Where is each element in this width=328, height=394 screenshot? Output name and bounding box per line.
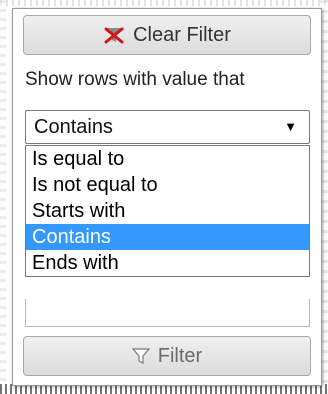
clear-filter-button[interactable]: Clear Filter <box>23 15 311 55</box>
operator-option-ends-with[interactable]: Ends with <box>26 250 309 276</box>
filter-button-label: Filter <box>157 344 203 367</box>
operator-select[interactable]: Contains ▼ <box>25 110 310 144</box>
operator-option-starts-with[interactable]: Starts with <box>26 198 309 224</box>
operator-selected-value: Contains <box>34 115 113 138</box>
operator-option-is-equal-to[interactable]: Is equal to <box>26 146 309 172</box>
filter-button[interactable]: Filter <box>23 336 311 376</box>
operator-dropdown-list: Is equal to Is not equal to Starts with … <box>25 145 310 277</box>
dropdown-arrow-icon[interactable]: ▼ <box>284 119 297 134</box>
instruction-label: Show rows with value that <box>25 69 245 90</box>
background-grid-top <box>0 0 328 6</box>
filter-popup: Clear Filter Show rows with value that C… <box>12 8 322 386</box>
operator-option-contains[interactable]: Contains <box>26 224 309 250</box>
funnel-icon <box>131 348 150 364</box>
filter-value-input[interactable] <box>25 299 310 327</box>
operator-option-is-not-equal-to[interactable]: Is not equal to <box>26 172 309 198</box>
background-left-edge <box>0 0 6 394</box>
funnel-x-icon <box>103 26 125 44</box>
clear-filter-label: Clear Filter <box>133 23 231 46</box>
